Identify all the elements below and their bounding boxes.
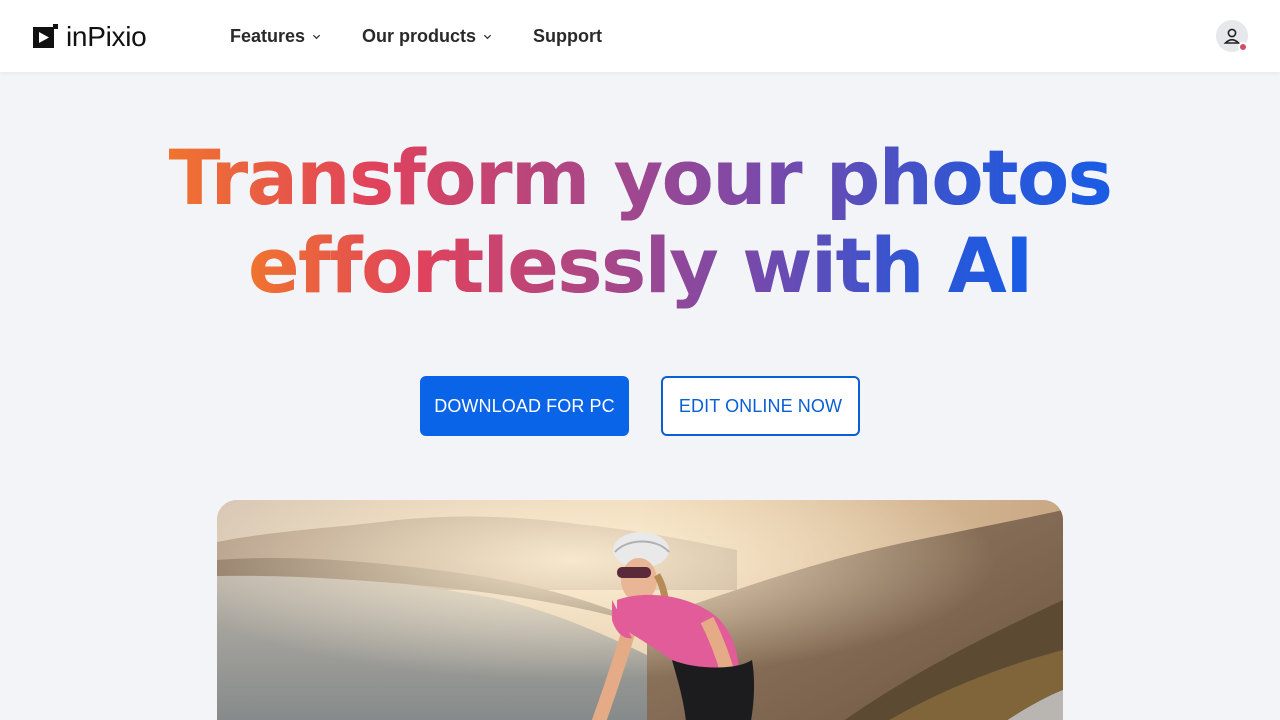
download-for-pc-button[interactable]: DOWNLOAD FOR PC	[420, 376, 629, 436]
chevron-down-icon	[312, 34, 321, 39]
hero-title-line2: effortlessly with AI	[247, 221, 1034, 310]
inpixio-logo[interactable]: inPixio	[32, 21, 147, 52]
nav-support-label: Support	[533, 25, 602, 46]
chevron-down-icon	[483, 34, 492, 39]
nav-features-label: Features	[230, 25, 306, 46]
hero-image-cyclist	[217, 500, 1063, 720]
nav-our-products[interactable]: Our products	[362, 24, 492, 48]
site-header: inPixio Features Our products Support	[0, 0, 1280, 72]
cyclist-photo	[217, 500, 1063, 720]
nav-our-products-label: Our products	[362, 25, 477, 46]
user-icon	[1223, 28, 1241, 44]
hero-title: Transform your photos effortlessly with …	[0, 134, 1280, 310]
account-button[interactable]	[1216, 20, 1248, 52]
edit-online-now-button[interactable]: EDIT ONLINE NOW	[661, 376, 860, 436]
notification-dot	[1238, 42, 1248, 52]
hero-title-line1: Transform your photos	[168, 133, 1113, 222]
nav-support[interactable]: Support	[533, 24, 602, 48]
play-logo-icon	[32, 24, 58, 50]
logo-text: inPixio	[66, 21, 147, 52]
nav-features[interactable]: Features	[230, 24, 321, 48]
